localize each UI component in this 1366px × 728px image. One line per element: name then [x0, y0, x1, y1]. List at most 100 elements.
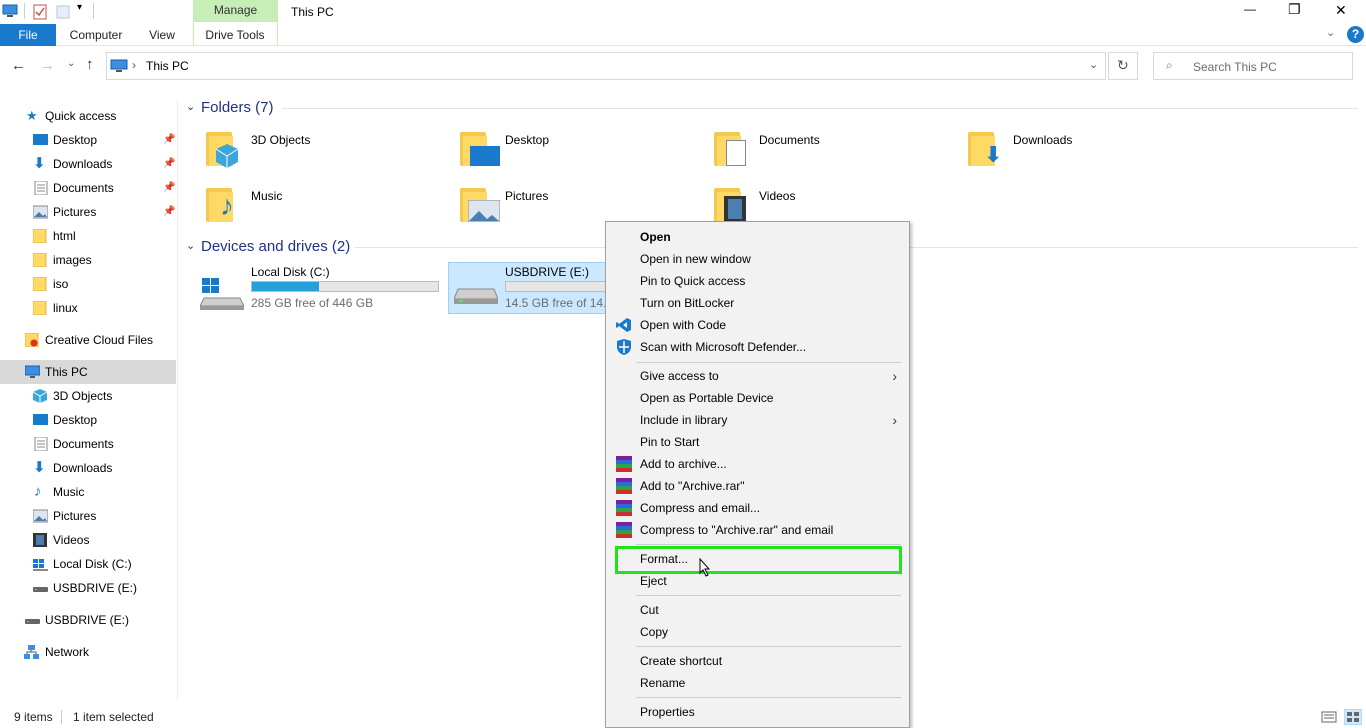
sidebar-item-pictures[interactable]: Pictures 📌 [0, 200, 176, 224]
collapse-folders-icon[interactable]: ⌄ [186, 100, 195, 113]
search-placeholder[interactable]: Search This PC [1193, 60, 1277, 74]
sidebar-item-documents[interactable]: Documents 📌 [0, 176, 176, 200]
3d-objects-folder-icon[interactable] [206, 130, 238, 168]
drive-tile-local-disk[interactable]: Local Disk (C:) 285 GB free of 446 GB [196, 262, 444, 314]
menu-item-pin-start[interactable]: Pin to Start [608, 431, 907, 453]
collapse-devices-icon[interactable]: ⌄ [186, 239, 195, 252]
menu-item-open-portable[interactable]: Open as Portable Device [608, 387, 907, 409]
back-arrow-icon[interactable]: ← [11, 57, 26, 74]
downloads-icon: ⬇ [33, 155, 46, 172]
refresh-button[interactable]: ↻ [1108, 52, 1138, 80]
sidebar-item-documents-pc[interactable]: Documents [0, 432, 176, 456]
large-icons-view-icon[interactable] [1344, 709, 1362, 725]
sidebar-item-network[interactable]: Network [0, 640, 176, 664]
new-folder-quick-icon[interactable] [56, 5, 70, 19]
tab-file[interactable]: File [0, 24, 56, 46]
folder-3d-objects-label[interactable]: 3D Objects [251, 133, 310, 147]
title-bar: ▾ Manage This PC — ❐ ✕ [0, 0, 1366, 24]
local-disk-icon [33, 559, 48, 571]
sidebar-item-creative-cloud[interactable]: Creative Cloud Files [0, 328, 176, 352]
star-icon: ★ [26, 108, 38, 123]
folder-pictures-label[interactable]: Pictures [505, 189, 548, 203]
menu-item-open-new-window[interactable]: Open in new window [608, 248, 907, 270]
music-folder-icon[interactable]: ♪ [206, 186, 236, 222]
devices-group-header[interactable]: Devices and drives (2) [201, 238, 350, 255]
this-pc-address-icon [110, 59, 128, 72]
videos-folder-icon[interactable] [714, 186, 746, 222]
menu-item-open-with-code[interactable]: Open with Code [608, 314, 907, 336]
sidebar-item-videos[interactable]: Videos [0, 528, 176, 552]
menu-item-defender-scan[interactable]: Scan with Microsoft Defender... [608, 336, 907, 358]
address-dropdown-icon[interactable]: ⌄ [1089, 58, 1098, 71]
folder-documents-label[interactable]: Documents [759, 133, 820, 147]
folder-downloads-label[interactable]: Downloads [1013, 133, 1072, 147]
minimize-button[interactable]: — [1244, 2, 1256, 16]
sidebar-item-html[interactable]: html [0, 224, 176, 248]
pin-icon[interactable]: 📌 [163, 176, 175, 200]
sidebar-item-usb-drive[interactable]: USBDRIVE (E:) [0, 608, 176, 632]
pin-icon[interactable]: 📌 [163, 152, 175, 176]
menu-item-add-archive[interactable]: Add to archive... [608, 453, 907, 475]
menu-item-rename[interactable]: Rename [608, 672, 907, 694]
sidebar-item-downloads[interactable]: ⬇ Downloads 📌 [0, 152, 176, 176]
sidebar-item-images[interactable]: images [0, 248, 176, 272]
desktop-folder-icon[interactable] [460, 130, 500, 166]
sidebar-item-pictures-pc[interactable]: Pictures [0, 504, 176, 528]
breadcrumb-this-pc[interactable]: This PC [146, 59, 189, 73]
drive-c-name: Local Disk (C:) [251, 265, 330, 279]
menu-item-pin-quick-access[interactable]: Pin to Quick access [608, 270, 907, 292]
details-view-icon[interactable] [1321, 710, 1337, 724]
sidebar-item-this-pc[interactable]: This PC [0, 360, 176, 384]
tab-view[interactable]: View [140, 24, 184, 46]
documents-folder-icon[interactable] [714, 130, 746, 166]
sidebar-item-iso[interactable]: iso [0, 272, 176, 296]
close-button[interactable]: ✕ [1335, 2, 1347, 19]
sidebar-item-3d-objects[interactable]: 3D Objects [0, 384, 176, 408]
folder-music-label[interactable]: Music [251, 189, 282, 203]
sidebar-item-desktop-pc[interactable]: Desktop [0, 408, 176, 432]
recent-locations-icon[interactable]: ⌄ [67, 58, 75, 69]
search-field[interactable]: ⌕ Search This PC [1153, 52, 1353, 80]
usb-drive-drive-icon [454, 288, 498, 304]
menu-item-compress-email[interactable]: Compress and email... [608, 497, 907, 519]
menu-item-cut[interactable]: Cut [608, 599, 907, 621]
up-arrow-icon[interactable]: ↑ [86, 56, 94, 73]
properties-quick-icon[interactable] [33, 4, 47, 20]
customize-toolbar-icon[interactable]: ▾ [77, 2, 82, 13]
menu-item-open[interactable]: Open [608, 226, 907, 248]
breadcrumb-separator[interactable]: › [132, 58, 136, 72]
expand-ribbon-icon[interactable]: ⌄ [1326, 26, 1335, 39]
folders-group-header[interactable]: Folders (7) [201, 99, 274, 116]
sidebar-item-downloads-pc[interactable]: ⬇ Downloads [0, 456, 176, 480]
menu-item-bitlocker[interactable]: Turn on BitLocker [608, 292, 907, 314]
status-bar: 9 items 1 item selected [0, 706, 1366, 728]
drive-tile-usbdrive[interactable]: USBDRIVE (E:) 14.5 GB free of 14.5 [448, 262, 613, 314]
forward-arrow-icon[interactable]: → [40, 57, 55, 74]
folder-desktop-label[interactable]: Desktop [505, 133, 549, 147]
sidebar-item-usb-drive-pc[interactable]: USBDRIVE (E:) [0, 576, 176, 600]
sidebar-item-local-disk[interactable]: Local Disk (C:) [0, 552, 176, 576]
tab-computer[interactable]: Computer [62, 24, 130, 46]
menu-item-include-library[interactable]: Include in library › [608, 409, 907, 431]
manage-tab-group[interactable]: Manage [193, 0, 278, 22]
pin-icon[interactable]: 📌 [163, 128, 175, 152]
sidebar-item-linux[interactable]: linux [0, 296, 176, 320]
menu-item-create-shortcut[interactable]: Create shortcut [608, 650, 907, 672]
sidebar-item-desktop[interactable]: Desktop 📌 [0, 128, 176, 152]
address-bar[interactable]: › This PC ⌄ [106, 52, 1106, 80]
help-button[interactable]: ? [1347, 26, 1364, 43]
restore-button[interactable]: ❐ [1288, 1, 1301, 18]
downloads-folder-icon[interactable]: ⬇ [968, 130, 1002, 167]
sidebar-item-music[interactable]: ♪ Music [0, 480, 176, 504]
drive-c-usage-bar [251, 281, 439, 292]
sidebar-item-quick-access[interactable]: ★ Quick access [0, 104, 176, 128]
menu-item-compress-rar-email[interactable]: Compress to "Archive.rar" and email [608, 519, 907, 541]
menu-item-add-archive-rar[interactable]: Add to "Archive.rar" [608, 475, 907, 497]
pictures-folder-icon[interactable] [460, 186, 500, 222]
menu-item-give-access[interactable]: Give access to › [608, 365, 907, 387]
pin-icon[interactable]: 📌 [163, 200, 175, 224]
folder-videos-label[interactable]: Videos [759, 189, 795, 203]
drive-e-name: USBDRIVE (E:) [505, 265, 590, 279]
menu-item-eject[interactable]: Eject [608, 570, 907, 592]
menu-item-copy[interactable]: Copy [608, 621, 907, 643]
